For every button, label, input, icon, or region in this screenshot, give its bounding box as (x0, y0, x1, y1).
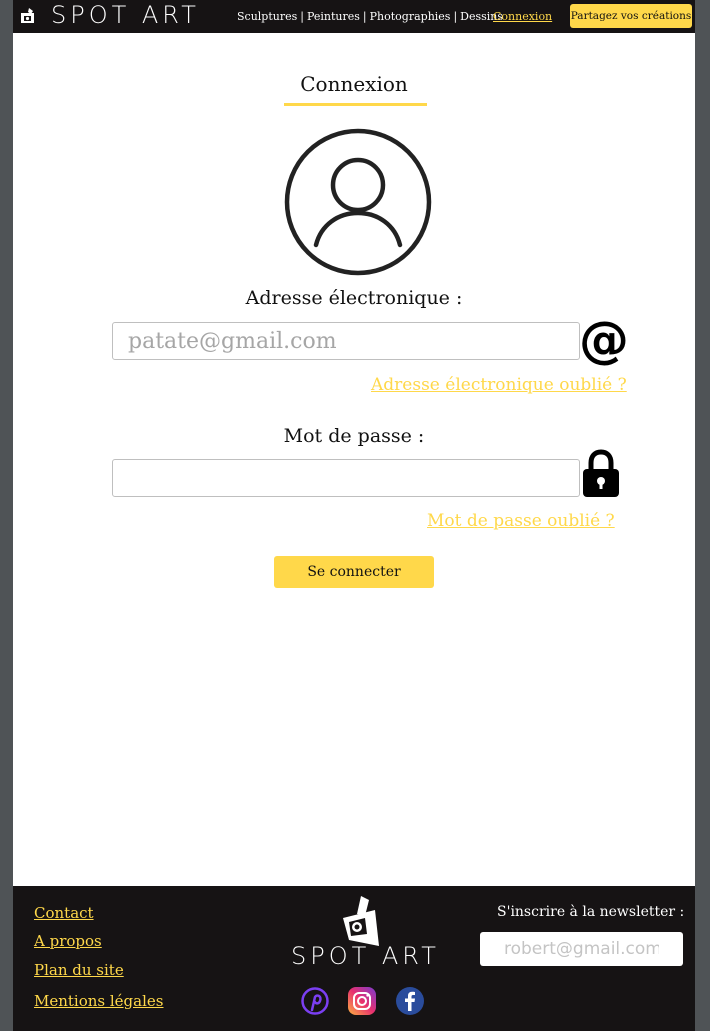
top-navbar: SPOT ART Sculptures | Peintures | Photograph… (13, 0, 695, 33)
password-label: Mot de passe : (283, 425, 425, 447)
title-underline (284, 103, 427, 106)
category-nav: Sculptures | Peintures | Photographies | Dessi… (237, 10, 503, 23)
footer-logo-text: SPOT ART (291, 942, 440, 970)
lock-icon (583, 449, 619, 497)
nav-separator: | (300, 10, 304, 23)
nav-link-photographies[interactable]: Photographies (370, 10, 451, 23)
facebook-icon[interactable] (395, 986, 425, 1016)
nav-link-sculptures[interactable]: Sculptures (237, 10, 297, 23)
spot-art-logo-icon[interactable] (19, 7, 37, 25)
page: SPOT ART Sculptures | Peintures | Photograph… (13, 0, 695, 1031)
email-label: Adresse électronique : (245, 287, 463, 309)
footer-link-sitemap[interactable]: Plan du site (34, 961, 124, 979)
pinterest-icon[interactable] (300, 986, 330, 1016)
footer-link-contact[interactable]: Contact (34, 904, 94, 922)
instagram-icon[interactable] (347, 986, 377, 1016)
footer-link-legal[interactable]: Mentions légales (34, 992, 163, 1010)
login-submit-button[interactable]: Se connecter (274, 556, 434, 588)
nav-separator: | (453, 10, 458, 23)
page-title: Connexion (300, 72, 408, 96)
newsletter-label: S'inscrire à la newsletter : (497, 904, 685, 920)
footer: Contact A propos Plan du site Mentions l… (13, 886, 695, 1031)
forgot-password-link[interactable]: Mot de passe oublié ? (427, 511, 615, 531)
newsletter-email-input[interactable] (480, 932, 683, 966)
nav-link-peintures[interactable]: Peintures (307, 10, 360, 23)
at-sign-icon: @ (579, 311, 629, 369)
forgot-email-link[interactable]: Adresse électronique oublié ? (371, 375, 627, 395)
password-input[interactable] (112, 459, 580, 497)
login-link[interactable]: Connexion (493, 10, 552, 23)
footer-link-about[interactable]: A propos (34, 932, 102, 950)
user-avatar-icon (284, 128, 432, 276)
logo-text[interactable]: SPOT ART (51, 1, 200, 29)
share-creations-button[interactable]: Partagez vos créations (570, 4, 692, 28)
email-input[interactable] (112, 322, 580, 360)
nav-separator: | (362, 10, 367, 23)
